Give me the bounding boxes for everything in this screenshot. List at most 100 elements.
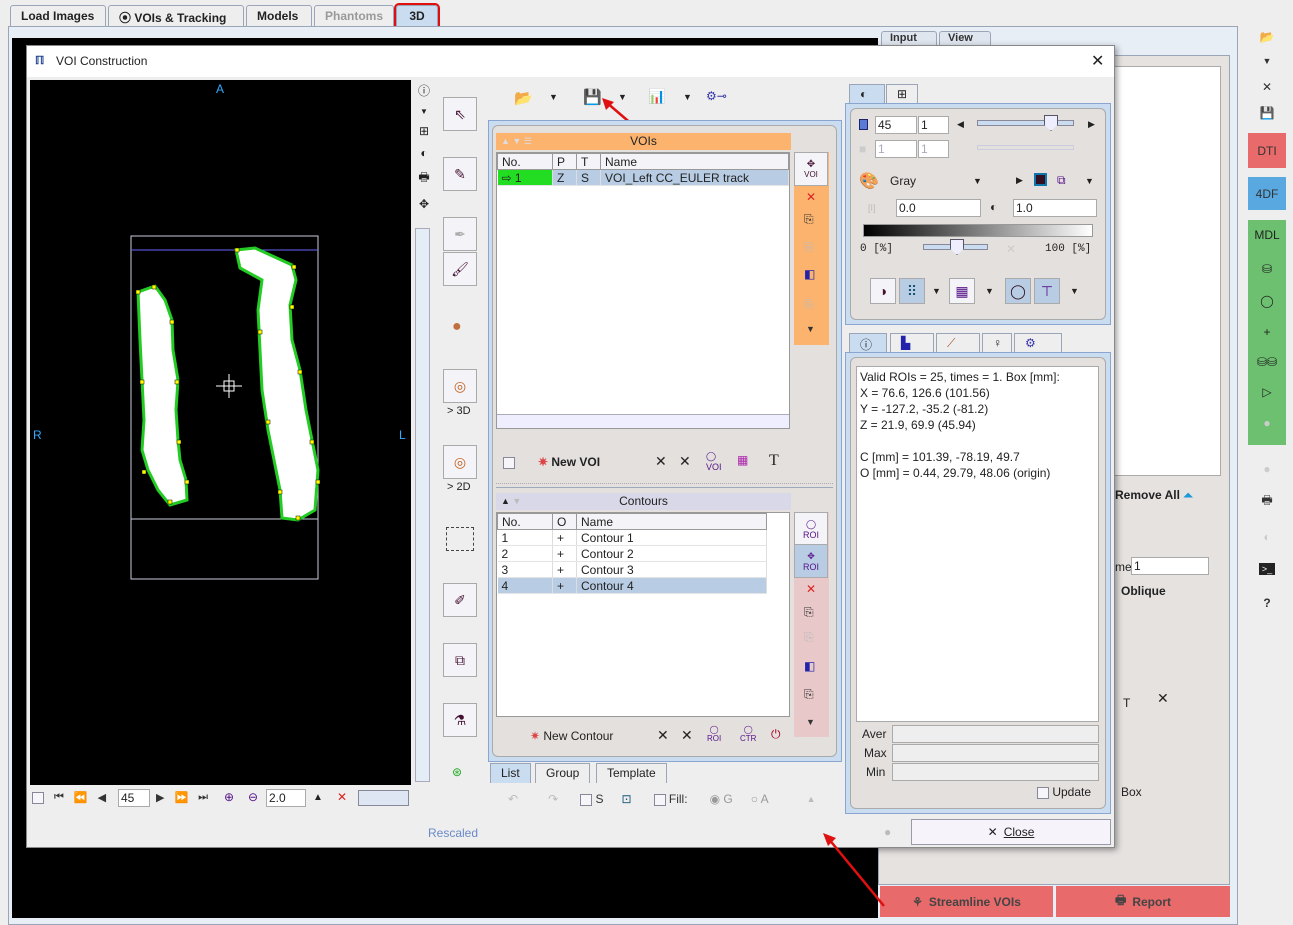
paste-icon[interactable]: ⎘ — [804, 630, 814, 645]
zoom-in-icon[interactable]: ⊕ — [224, 790, 234, 804]
dropdown-icon[interactable]: ▼ — [1070, 286, 1079, 296]
more-dropdown-icon[interactable]: ▼ — [1085, 176, 1094, 186]
tab-load-images[interactable]: Load Images — [10, 5, 106, 26]
crosshair-icon[interactable]: ✥ — [419, 197, 429, 211]
min-value-field[interactable]: 0.0 — [896, 199, 981, 217]
settings-icon[interactable]: ⚙⊸ — [706, 89, 727, 103]
tab-list[interactable]: List — [490, 763, 531, 783]
contrast-icon[interactable]: ◐ — [1248, 520, 1286, 553]
tab-probe[interactable]: ♀ — [982, 333, 1012, 353]
selection-tool[interactable] — [446, 527, 474, 551]
image-viewer[interactable]: A R L — [30, 80, 411, 785]
brain-icon[interactable]: ● — [1248, 452, 1286, 485]
region-3d-tool[interactable]: ◎ — [443, 369, 477, 403]
streamline-vois-button[interactable]: ⚘ Streamline VOIs — [880, 886, 1053, 917]
voi-shape-icon[interactable]: ◯ VOI — [706, 451, 722, 472]
colormap-select[interactable]: Gray — [890, 174, 916, 188]
print-icon[interactable]: 🖶 — [1248, 485, 1286, 518]
tab-view[interactable]: View — [939, 31, 991, 46]
tab-curve[interactable]: ⟋ — [936, 333, 980, 353]
dropdown-icon[interactable]: ▼ — [932, 286, 941, 296]
frame-value-field[interactable]: 1 — [875, 140, 917, 158]
s-checkbox[interactable] — [580, 793, 593, 806]
terminal-icon[interactable]: >_ — [1248, 552, 1286, 585]
contour-row[interactable]: 4 + Contour 4 — [497, 577, 767, 594]
contrast-icon[interactable]: ◐ — [420, 146, 427, 160]
roi-shape-icon[interactable]: ◯ ROI — [707, 725, 721, 743]
prev-icon[interactable]: ◀ — [957, 119, 964, 130]
dropdown-icon[interactable]: ▼ — [985, 286, 994, 296]
text-icon[interactable]: T — [769, 452, 779, 470]
tab-vois-tracking[interactable]: ⦿ VOIs & Tracking — [108, 5, 244, 26]
mirror-icon[interactable]: ◧ — [804, 267, 815, 281]
contrast-adjust-icon[interactable]: ◐ — [990, 200, 997, 214]
cube-tool[interactable]: ⧉ — [443, 643, 477, 677]
circle-icon[interactable]: ◯ — [1248, 294, 1286, 308]
show-all-checkbox[interactable] — [503, 455, 515, 469]
splitter[interactable] — [496, 483, 833, 488]
roi-button[interactable]: ◯ ROI — [794, 512, 828, 546]
paste-new-icon[interactable]: ⎘ — [804, 687, 814, 702]
pointer-tool[interactable]: ⇖ — [443, 97, 477, 131]
sphere-icon[interactable]: ● — [1248, 416, 1286, 430]
contour-row[interactable]: 3 + Contour 3 — [497, 561, 767, 578]
frame-slider[interactable] — [977, 145, 1074, 150]
print-icon[interactable]: 🖶 — [418, 168, 429, 189]
zoom-out-icon[interactable]: ⊖ — [248, 790, 258, 804]
tab-info[interactable]: ⓘ — [849, 333, 887, 353]
redo-icon[interactable]: ↷ — [548, 792, 558, 806]
prev-slice-icon[interactable]: ◀ — [98, 791, 106, 804]
more-dropdown-icon[interactable]: ▼ — [806, 324, 815, 334]
report-button[interactable]: 🖶 Report — [1056, 886, 1230, 917]
power-icon[interactable]: ⏻ — [771, 727, 781, 742]
tab-template[interactable]: Template — [596, 763, 667, 783]
fill-checkbox[interactable] — [653, 793, 666, 806]
remove-icon[interactable]: ✕ — [657, 727, 669, 744]
invert-icon[interactable] — [1034, 173, 1047, 186]
contour-tool[interactable]: ✎ — [443, 157, 477, 191]
undo-icon[interactable]: ↶ — [508, 792, 518, 806]
reset-icon[interactable]: ✕ — [337, 790, 347, 804]
tab-3d[interactable]: 3D — [394, 3, 440, 28]
delete-icon[interactable]: ✕ — [806, 190, 816, 204]
copy-icon[interactable]: ⎘ — [804, 212, 814, 227]
delete-icon[interactable]: ✕ — [806, 582, 816, 596]
stats-dropdown-icon[interactable]: ▼ — [683, 92, 692, 102]
slice-value-field[interactable]: 45 — [875, 116, 917, 134]
slice-field[interactable]: 45 — [118, 789, 150, 807]
dialog-close-icon[interactable]: ✕ — [1091, 51, 1104, 71]
reset-icon[interactable]: ✕ — [1006, 242, 1016, 256]
outline-button[interactable]: ◯ — [1005, 278, 1031, 304]
database-icon[interactable]: ⛁ — [1248, 262, 1286, 276]
text-overlay-button[interactable]: ⊤ — [1034, 278, 1060, 304]
eraser-tool[interactable]: ✐ — [443, 583, 477, 617]
mirror-icon[interactable]: ◧ — [804, 659, 815, 673]
slice-slider[interactable] — [977, 120, 1074, 126]
vois-horizontal-scrollbar[interactable] — [497, 414, 789, 428]
save-icon[interactable]: 💾 — [1248, 96, 1286, 129]
viewer-scrollbar[interactable] — [358, 790, 409, 806]
paste-all-icon[interactable]: ⎘ — [804, 297, 814, 312]
colorbar[interactable] — [863, 224, 1093, 237]
first-slice-icon[interactable]: ⏮ — [54, 791, 64, 804]
move-voi-button[interactable]: ✥ VOI — [794, 152, 828, 186]
close-button[interactable]: ✕ Close — [911, 819, 1111, 845]
next-slice-icon[interactable]: ▶ — [156, 791, 164, 804]
remove-icon[interactable]: ✕ — [655, 453, 667, 470]
ctr-shape-icon[interactable]: ◯ CTR — [740, 725, 756, 743]
vertical-scrollbar[interactable] — [415, 228, 430, 782]
remove-all-icon[interactable]: ✕ — [679, 453, 691, 470]
paste-icon[interactable]: ⎘ — [804, 240, 814, 255]
voi-row[interactable]: ⇨ 1 Z S VOI_Left CC_EULER track — [497, 169, 789, 186]
open-dropdown-icon[interactable]: ▼ — [549, 92, 558, 102]
move-up-icon[interactable]: ▲ ▼ — [501, 493, 521, 510]
grid-button[interactable]: ▦ — [949, 278, 975, 304]
max-value-field[interactable]: 1.0 — [1013, 199, 1097, 217]
fast-forward-icon[interactable]: ⏩ — [174, 791, 188, 804]
tracking-tool[interactable]: ⚗ — [443, 703, 477, 737]
colormap-icon[interactable]: ▦ — [737, 453, 748, 467]
dropdown-icon[interactable]: ▼ — [420, 107, 428, 116]
next-icon[interactable]: ▶ — [1088, 119, 1095, 130]
frame-field[interactable]: 1 — [1131, 557, 1209, 575]
tab-group[interactable]: Group — [535, 763, 591, 783]
